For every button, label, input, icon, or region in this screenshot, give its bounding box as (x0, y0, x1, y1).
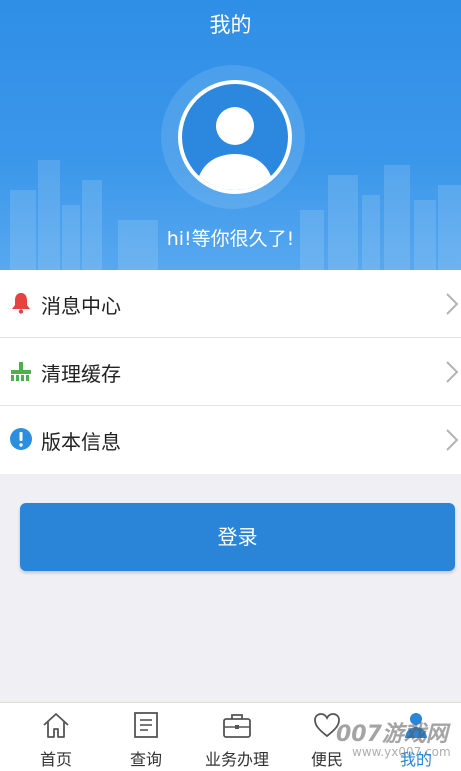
chevron-right-icon (446, 429, 459, 451)
tab-label: 首页 (39, 750, 72, 769)
menu-item-label: 清理缓存 (41, 362, 121, 386)
tab-home[interactable]: 首页 (11, 703, 101, 771)
broom-icon (11, 362, 31, 381)
bell-icon (12, 293, 30, 314)
chevron-right-icon (446, 293, 459, 315)
tab-label: 业务办理 (204, 750, 269, 769)
briefcase-icon (223, 714, 251, 738)
menu-item-clear-cache[interactable]: 清理缓存 (0, 338, 461, 406)
tab-query[interactable]: 查询 (101, 703, 191, 771)
home-icon (43, 713, 69, 738)
watermark-url: www.yx007.com (352, 745, 451, 759)
page-title: 我的 (209, 13, 252, 37)
menu-item-messages[interactable]: 消息中心 (0, 270, 461, 338)
login-button[interactable]: 登录 (20, 503, 455, 571)
settings-menu: 消息中心 清理缓存 版本信息 (0, 270, 461, 474)
menu-item-label: 版本信息 (41, 430, 121, 454)
profile-header: 我的 hi!等你很久了! (0, 0, 461, 270)
greeting-text: hi!等你很久了! (166, 228, 295, 250)
menu-item-version-info[interactable]: 版本信息 (0, 406, 461, 474)
avatar[interactable] (178, 80, 292, 194)
menu-item-label: 消息中心 (41, 294, 121, 318)
info-icon (10, 428, 32, 450)
document-icon (134, 712, 158, 738)
watermark-logo: 007游戏网 (336, 722, 448, 747)
tab-business[interactable]: 业务办理 (192, 703, 282, 771)
user-silhouette-icon (196, 107, 274, 190)
chevron-right-icon (446, 361, 459, 383)
tab-label: 查询 (129, 750, 162, 769)
